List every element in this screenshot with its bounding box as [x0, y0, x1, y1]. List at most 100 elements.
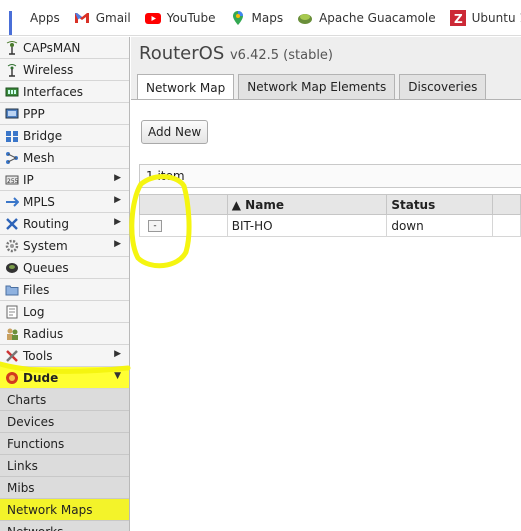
folder-icon: [4, 282, 19, 297]
column-header-name[interactable]: ▲ Name: [228, 195, 388, 214]
sidebar-item-label: Radius: [23, 326, 64, 341]
sidebar-item-label: Bridge: [23, 128, 63, 143]
sidebar-item-mpls[interactable]: MPLS ▶: [0, 191, 129, 213]
add-new-button[interactable]: Add New: [141, 120, 209, 144]
sidebar-subitem-networks[interactable]: Networks: [0, 521, 129, 531]
apps-grid-icon: [8, 10, 24, 35]
sidebar-item-system[interactable]: System ▶: [0, 235, 129, 257]
sidebar-item-label: Wireless: [23, 62, 74, 77]
sidebar-item-radius[interactable]: Radius: [0, 323, 129, 345]
sidebar-subitem-devices[interactable]: Devices: [0, 411, 129, 433]
sidebar-item-label: Interfaces: [23, 84, 83, 99]
sidebar-subitem-links[interactable]: Links: [0, 455, 129, 477]
bridge-icon: [4, 128, 19, 143]
sidebar-item-log[interactable]: Log: [0, 301, 129, 323]
mesh-icon: [4, 150, 19, 165]
sidebar-item-label: Queues: [23, 260, 69, 275]
capsman-icon: [4, 40, 19, 55]
sidebar-item-wireless[interactable]: Wireless: [0, 59, 129, 81]
bookmark-label: YouTube: [166, 10, 216, 25]
main-content: RouterOS v6.42.5 (stable) Network Map Ne…: [131, 37, 521, 531]
ppp-icon: [4, 106, 19, 121]
sidebar-subitem-charts[interactable]: Charts: [0, 389, 129, 411]
guacamole-icon: [297, 10, 313, 26]
column-header-status[interactable]: Status: [387, 195, 494, 214]
gear-icon: [4, 238, 19, 253]
row-status-cell: down: [387, 215, 494, 236]
sidebar-item-tools[interactable]: Tools ▶: [0, 345, 129, 367]
sidebar-item-files[interactable]: Files: [0, 279, 129, 301]
sidebar-item-label: Routing: [23, 216, 70, 231]
tools-icon: [4, 348, 19, 363]
sidebar-item-label: MPLS: [23, 194, 55, 209]
gmail-icon: [73, 9, 90, 26]
bookmark-guacamole[interactable]: Apache Guacamole: [297, 10, 436, 26]
row-extra-cell: [493, 215, 521, 236]
column-header-extra[interactable]: [493, 195, 521, 214]
tab-panel: Add New 1 item ▲ Name Status - BIT-HO do…: [131, 99, 521, 531]
submenu-arrow-icon: ▶: [114, 239, 121, 249]
network-map-table: ▲ Name Status - BIT-HO down: [139, 194, 521, 237]
svg-text:255: 255: [7, 178, 19, 185]
sidebar-item-label: Mesh: [23, 150, 55, 165]
log-icon: [4, 304, 19, 319]
sidebar-item-label: System: [23, 238, 68, 253]
sidebar-subitem-network-maps[interactable]: Network Maps: [0, 499, 129, 521]
column-header-actions[interactable]: [140, 195, 228, 214]
page-title: RouterOS v6.42.5 (stable): [139, 43, 333, 64]
tab-bar: Network Map Network Map Elements Discove…: [137, 74, 490, 100]
sidebar-item-capsman[interactable]: CAPsMAN: [0, 37, 129, 59]
version-label: v6.42.5 (stable): [229, 48, 334, 63]
tab-network-map[interactable]: Network Map: [137, 74, 235, 100]
submenu-arrow-icon: ▶: [114, 195, 121, 205]
sidebar-item-label: IP: [23, 172, 34, 187]
row-name-cell[interactable]: BIT-HO: [228, 215, 388, 236]
sidebar-item-label: CAPsMAN: [23, 40, 81, 55]
sidebar-subitem-mibs[interactable]: Mibs: [0, 477, 129, 499]
sidebar-item-label: Log: [23, 304, 45, 319]
row-actions-cell: -: [140, 215, 228, 236]
svg-text:Z: Z: [454, 12, 463, 26]
maps-pin-icon: [230, 10, 246, 26]
routing-icon: [4, 216, 19, 231]
bookmark-apps[interactable]: Apps: [8, 10, 60, 35]
bookmark-maps[interactable]: Maps: [230, 10, 283, 26]
sidebar-item-label: PPP: [23, 106, 45, 121]
radius-icon: [4, 326, 19, 341]
table-header: ▲ Name Status: [139, 194, 521, 215]
bookmark-gmail[interactable]: Gmail: [73, 9, 131, 26]
item-count-bar: 1 item: [139, 164, 521, 188]
sidebar-item-dude[interactable]: Dude ▼: [0, 367, 129, 389]
youtube-icon: [144, 10, 161, 26]
chevron-down-icon: ▼: [114, 371, 121, 381]
mpls-icon: [4, 194, 19, 209]
bookmark-ubuntu[interactable]: Z Ubuntu 18: [449, 9, 521, 26]
sidebar-item-bridge[interactable]: Bridge: [0, 125, 129, 147]
tab-network-map-elements[interactable]: Network Map Elements: [238, 74, 396, 99]
table-row[interactable]: - BIT-HO down: [139, 215, 521, 237]
ip-icon: 255: [4, 172, 19, 187]
item-count: 1 item: [146, 169, 185, 183]
sidebar-item-ppp[interactable]: PPP: [0, 103, 129, 125]
sidebar-item-interfaces[interactable]: Interfaces: [0, 81, 129, 103]
bookmark-label: Apache Guacamole: [319, 10, 436, 25]
sidebar-item-mesh[interactable]: Mesh: [0, 147, 129, 169]
submenu-arrow-icon: ▶: [114, 217, 121, 227]
dude-icon: [4, 370, 19, 385]
sidebar-item-queues[interactable]: Queues: [0, 257, 129, 279]
interfaces-icon: [4, 84, 19, 99]
zotero-icon: Z: [449, 9, 466, 26]
sidebar-menu: CAPsMAN Wireless Interfaces PPP Bridge M…: [0, 37, 130, 531]
sidebar-item-ip[interactable]: 255 IP ▶: [0, 169, 129, 191]
row-expand-button[interactable]: -: [148, 219, 162, 232]
submenu-arrow-icon: ▶: [114, 173, 121, 183]
sidebar-item-label: Dude: [23, 370, 59, 385]
submenu-arrow-icon: ▶: [114, 349, 121, 359]
sidebar-item-routing[interactable]: Routing ▶: [0, 213, 129, 235]
bookmark-label: Gmail: [95, 10, 131, 25]
bookmark-label: Apps: [30, 10, 60, 25]
tab-discoveries[interactable]: Discoveries: [399, 74, 487, 99]
bookmark-youtube[interactable]: YouTube: [144, 10, 216, 26]
wireless-icon: [4, 62, 19, 77]
sidebar-subitem-functions[interactable]: Functions: [0, 433, 129, 455]
